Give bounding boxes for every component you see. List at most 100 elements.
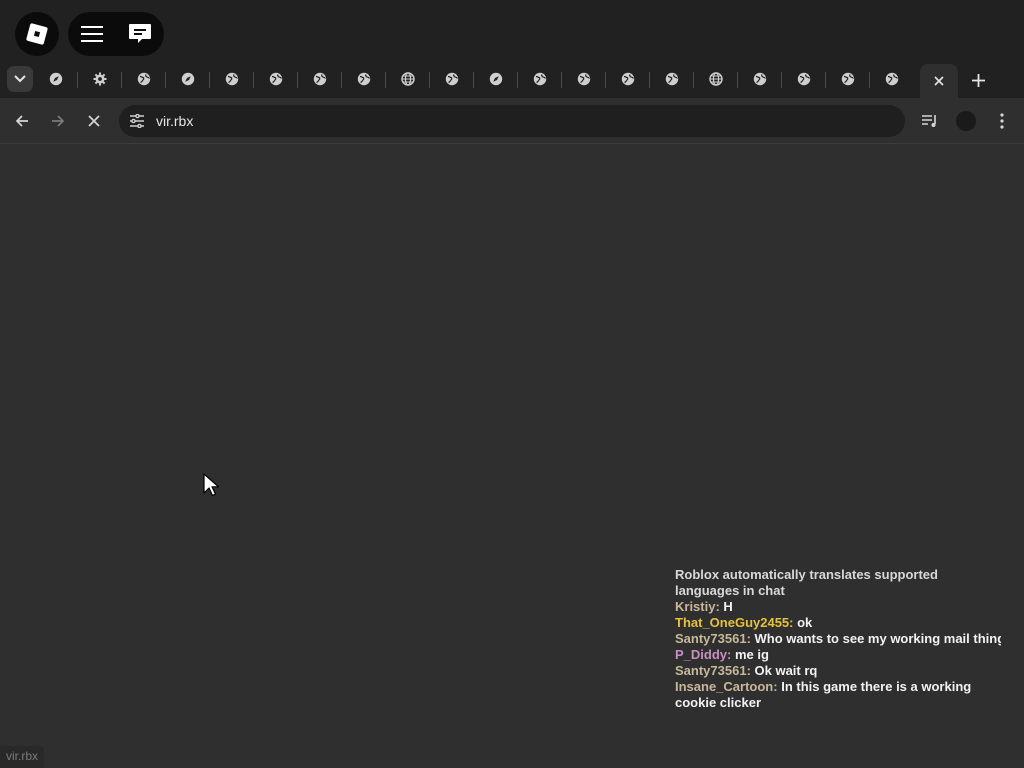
tab-separator bbox=[781, 72, 782, 88]
roblox-logo-button[interactable] bbox=[15, 12, 59, 56]
tab-active[interactable] bbox=[920, 64, 958, 98]
globe-grid-icon bbox=[401, 72, 415, 86]
tab-separator bbox=[737, 72, 738, 88]
chat-separator: : bbox=[746, 663, 755, 678]
tab-separator bbox=[429, 72, 430, 88]
tab-strip bbox=[0, 62, 1024, 98]
chat-message: P_Diddy: me ig bbox=[675, 647, 1001, 663]
plus-icon bbox=[971, 73, 985, 87]
site-settings-button[interactable] bbox=[128, 112, 146, 130]
status-bar-url: vir.rbx bbox=[0, 746, 45, 768]
tab-separator bbox=[385, 72, 386, 88]
chat-separator: : bbox=[773, 679, 782, 694]
tab[interactable] bbox=[396, 68, 420, 90]
chat-username[interactable]: Santy73561 bbox=[675, 631, 747, 646]
tab[interactable] bbox=[528, 68, 552, 90]
chat-message: Insane_Cartoon: In this game there is a … bbox=[675, 679, 1001, 711]
globe-icon bbox=[445, 72, 459, 86]
hamburger-menu-button[interactable] bbox=[68, 12, 116, 56]
tab-separator bbox=[77, 72, 78, 88]
new-tab-button[interactable] bbox=[965, 67, 991, 93]
playlist-icon bbox=[922, 115, 936, 127]
tab[interactable] bbox=[132, 68, 156, 90]
tab-search-dropdown[interactable] bbox=[7, 66, 33, 92]
forward-button[interactable] bbox=[45, 108, 71, 134]
tab[interactable] bbox=[792, 68, 816, 90]
roblox-menu-pill bbox=[68, 12, 164, 56]
tab-separator bbox=[517, 72, 518, 88]
arrow-left-icon bbox=[15, 115, 28, 127]
tab-separator bbox=[869, 72, 870, 88]
tab[interactable] bbox=[176, 68, 200, 90]
tab[interactable] bbox=[308, 68, 332, 90]
chat-log: Roblox automatically translates supporte… bbox=[675, 567, 1001, 711]
globe-icon bbox=[841, 72, 855, 86]
globe-icon bbox=[753, 72, 767, 86]
profile-button[interactable] bbox=[953, 108, 979, 134]
tab-separator bbox=[825, 72, 826, 88]
chevron-down-icon bbox=[14, 75, 26, 83]
media-controls-button[interactable] bbox=[917, 108, 943, 134]
tab[interactable] bbox=[616, 68, 640, 90]
tab-separator bbox=[253, 72, 254, 88]
arrow-right-icon bbox=[52, 115, 65, 127]
tab[interactable] bbox=[352, 68, 376, 90]
close-icon[interactable] bbox=[934, 76, 944, 86]
tab-separator bbox=[605, 72, 606, 88]
tab[interactable] bbox=[660, 68, 684, 90]
tab-separator bbox=[473, 72, 474, 88]
globe-icon bbox=[797, 72, 811, 86]
tab[interactable] bbox=[572, 68, 596, 90]
profile-avatar bbox=[956, 111, 976, 131]
chat-separator: : bbox=[746, 631, 755, 646]
globe-icon bbox=[269, 72, 283, 86]
back-button[interactable] bbox=[9, 108, 35, 134]
chat-text: me ig bbox=[734, 647, 769, 662]
tab[interactable] bbox=[264, 68, 288, 90]
url-text[interactable]: vir.rbx bbox=[156, 112, 193, 130]
chat-message: Kristiy: H bbox=[675, 599, 1001, 615]
chat-username[interactable]: Santy73561 bbox=[675, 663, 747, 678]
tune-icon bbox=[130, 114, 144, 128]
chat-username[interactable]: Kristiy bbox=[675, 599, 715, 614]
roblox-top-bar bbox=[0, 0, 1024, 62]
chat-text: Ok wait rq bbox=[754, 663, 818, 678]
browser-toolbar: vir.rbx bbox=[0, 98, 1024, 144]
tab[interactable] bbox=[88, 68, 112, 90]
chat-username[interactable]: P_Diddy bbox=[675, 647, 727, 662]
globe-icon bbox=[577, 72, 591, 86]
tab-separator bbox=[165, 72, 166, 88]
close-icon bbox=[88, 115, 100, 127]
tab[interactable] bbox=[220, 68, 244, 90]
hamburger-menu-icon bbox=[81, 26, 103, 42]
tab[interactable] bbox=[704, 68, 728, 90]
chat-username[interactable]: Insane_Cartoon bbox=[675, 679, 773, 694]
chat-username[interactable]: That_OneGuy2455 bbox=[675, 615, 789, 630]
kebab-menu-icon bbox=[1000, 113, 1004, 129]
tab-separator bbox=[693, 72, 694, 88]
chat-message: That_OneGuy2455: ok bbox=[675, 615, 1001, 631]
compass-icon bbox=[49, 72, 63, 86]
globe-icon bbox=[621, 72, 635, 86]
address-bar[interactable]: vir.rbx bbox=[119, 105, 905, 137]
globe-icon bbox=[313, 72, 327, 86]
tab-separator bbox=[561, 72, 562, 88]
globe-icon bbox=[885, 72, 899, 86]
tab[interactable] bbox=[44, 68, 68, 90]
tab[interactable] bbox=[880, 68, 904, 90]
tab[interactable] bbox=[836, 68, 860, 90]
stop-loading-button[interactable] bbox=[81, 108, 107, 134]
chat-button[interactable] bbox=[116, 12, 164, 56]
tab[interactable] bbox=[484, 68, 508, 90]
browser-menu-button[interactable] bbox=[989, 108, 1015, 134]
chat-separator: : bbox=[727, 647, 735, 662]
tab[interactable] bbox=[440, 68, 464, 90]
globe-icon bbox=[137, 72, 151, 86]
globe-icon bbox=[225, 72, 239, 86]
globe-grid-icon bbox=[709, 72, 723, 86]
tab-separator bbox=[209, 72, 210, 88]
chat-text: ok bbox=[797, 615, 813, 630]
globe-icon bbox=[357, 72, 371, 86]
globe-icon bbox=[533, 72, 547, 86]
tab[interactable] bbox=[748, 68, 772, 90]
